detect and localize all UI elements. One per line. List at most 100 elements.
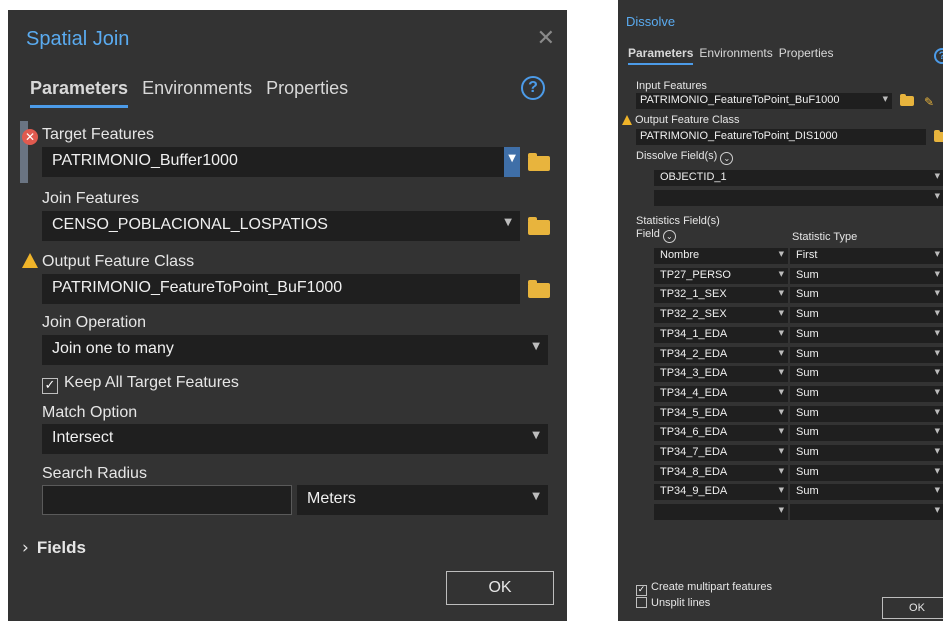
join-operation-select[interactable]: Join one to many ▼ <box>42 335 548 365</box>
input-features-label: Input Features <box>636 80 707 92</box>
dropdown-arrow-icon: ▼ <box>934 250 940 258</box>
search-radius-input[interactable] <box>42 485 292 515</box>
dropdown-arrow-icon: ▼ <box>934 387 940 396</box>
checkbox-icon[interactable] <box>636 597 647 608</box>
input-features-input[interactable]: PATRIMONIO_FeatureToPoint_BuF1000 ▼ <box>636 93 892 109</box>
pencil-icon[interactable]: ✎ <box>924 95 934 109</box>
statistics-field-select[interactable]: TP34_4_EDA ▼ <box>654 385 788 402</box>
create-multipart-checkbox[interactable]: ✓ Create multipart features <box>636 581 772 596</box>
dropdown-arrow-icon: ▼ <box>778 447 784 455</box>
warning-icon <box>22 253 38 268</box>
statistic-type-select[interactable]: First ▼ <box>790 248 943 264</box>
dropdown-arrow-icon: ▼ <box>934 486 940 495</box>
join-features-input[interactable]: CENSO_POBLACIONAL_LOSPATIOS ▼ <box>42 211 520 241</box>
statistics-fields-label: Statistics Field(s) <box>636 215 720 227</box>
statistic-type-select[interactable]: Sum ▼ <box>790 267 943 284</box>
target-features-label: ✕ Target Features <box>22 126 154 145</box>
statistic-type-select[interactable]: Sum ▼ <box>790 366 943 383</box>
target-features-input[interactable]: PATRIMONIO_Buffer1000 ▼ <box>42 147 520 177</box>
statistics-field-select[interactable]: TP34_3_EDA ▼ <box>654 366 788 383</box>
dropdown-arrow-icon: ▼ <box>934 447 940 455</box>
help-icon[interactable]: ? <box>934 48 943 64</box>
error-icon: ✕ <box>22 129 38 145</box>
dropdown-arrow-icon: ▼ <box>934 427 940 436</box>
statistics-field-select[interactable]: TP34_8_EDA ▼ <box>654 464 788 481</box>
statistic-type-select[interactable]: Sum ▼ <box>790 326 943 343</box>
output-feature-class-input[interactable]: PATRIMONIO_FeatureToPoint_BuF1000 <box>42 274 520 304</box>
statistic-type-select[interactable]: Sum ▼ <box>790 346 943 363</box>
output-feature-class-label: Output Feature Class <box>622 114 740 126</box>
tab-properties[interactable]: Properties <box>779 46 834 65</box>
dissolve-field-row[interactable]: ▼ <box>654 190 943 206</box>
warning-icon <box>622 115 632 125</box>
dropdown-arrow-icon: ▼ <box>882 95 888 103</box>
keep-all-checkbox[interactable]: ✓ Keep All Target Features <box>42 374 239 394</box>
statistics-field-select[interactable]: TP34_5_EDA ▼ <box>654 405 788 422</box>
tab-parameters[interactable]: Parameters <box>628 46 694 65</box>
search-radius-label: Search Radius <box>42 465 147 482</box>
output-feature-class-label: Output Feature Class <box>22 253 194 271</box>
dropdown-arrow-icon: ▼ <box>778 328 784 337</box>
statistics-field-select[interactable]: TP32_2_SEX ▼ <box>654 307 788 324</box>
dropdown-arrow-icon: ▼ <box>778 289 784 298</box>
dropdown-arrow-icon: ▼ <box>532 341 540 352</box>
search-radius-unit-select[interactable]: Meters ▼ <box>297 485 548 515</box>
help-icon[interactable]: ? <box>521 76 545 100</box>
tab-environments[interactable]: Environments <box>142 78 252 108</box>
dissolve-fields-label: Dissolve Field(s) ⌄ <box>636 150 734 165</box>
statistic-type-select[interactable]: Sum ▼ <box>790 385 943 402</box>
dropdown-arrow-icon: ▼ <box>778 309 784 318</box>
folder-icon[interactable] <box>934 130 943 142</box>
fields-expander[interactable]: › Fields <box>22 538 86 558</box>
folder-icon[interactable] <box>528 217 550 235</box>
checkbox-icon[interactable]: ✓ <box>42 377 58 394</box>
panel-title: Dissolve <box>626 14 676 29</box>
tab-bar: Parameters Environments Properties <box>628 46 833 65</box>
panel-title: Spatial Join <box>26 28 130 50</box>
close-icon[interactable]: ✕ <box>537 26 555 51</box>
circle-chevron-down-icon[interactable]: ⌄ <box>720 152 734 165</box>
statistics-field-select[interactable]: TP34_7_EDA ▼ <box>654 445 788 461</box>
dropdown-arrow-icon: ▼ <box>778 387 784 396</box>
statistic-type-select[interactable]: Sum ▼ <box>790 307 943 324</box>
folder-icon[interactable] <box>528 280 550 298</box>
tab-properties[interactable]: Properties <box>266 78 348 108</box>
statistic-type-select[interactable]: ▼ <box>790 504 943 521</box>
statistics-field-select[interactable]: ▼ <box>654 504 788 521</box>
dropdown-arrow-icon: ▼ <box>778 348 784 357</box>
folder-icon[interactable] <box>900 94 914 106</box>
match-option-select[interactable]: Intersect ▼ <box>42 424 548 454</box>
statistics-field-select[interactable]: TP34_6_EDA ▼ <box>654 425 788 442</box>
statistic-type-select[interactable]: Sum ▼ <box>790 287 943 304</box>
dropdown-arrow-icon: ▼ <box>934 309 940 318</box>
statistics-field-select[interactable]: TP34_2_EDA ▼ <box>654 346 788 363</box>
statistics-field-select[interactable]: Nombre ▼ <box>654 248 788 264</box>
statistic-type-select[interactable]: Sum ▼ <box>790 425 943 442</box>
folder-icon[interactable] <box>528 153 550 171</box>
statistics-field-select[interactable]: TP34_1_EDA ▼ <box>654 326 788 343</box>
dissolve-field-row[interactable]: OBJECTID_1 ▼ <box>654 170 943 186</box>
output-feature-class-input[interactable]: PATRIMONIO_FeatureToPoint_DIS1000 <box>636 129 926 145</box>
dropdown-arrow-icon: ▼ <box>778 368 784 377</box>
statistics-field-select[interactable]: TP27_PERSO ▼ <box>654 267 788 284</box>
statistic-type-select[interactable]: Sum ▼ <box>790 464 943 481</box>
checkbox-icon[interactable]: ✓ <box>636 584 647 596</box>
unsplit-lines-checkbox[interactable]: Unsplit lines <box>636 597 710 609</box>
statistic-type-column-header: Statistic Type <box>792 231 858 243</box>
circle-chevron-down-icon[interactable]: ⌄ <box>662 230 676 243</box>
ok-button[interactable]: OK <box>446 571 554 605</box>
statistics-field-select[interactable]: TP34_9_EDA ▼ <box>654 484 788 501</box>
dissolve-panel: Dissolve Parameters Environments Propert… <box>618 0 943 621</box>
statistic-type-select[interactable]: Sum ▼ <box>790 445 943 461</box>
statistic-type-select[interactable]: Sum ▼ <box>790 405 943 422</box>
statistics-field-select[interactable]: TP32_1_SEX ▼ <box>654 287 788 304</box>
dropdown-arrow-icon: ▼ <box>532 430 540 441</box>
dropdown-arrow-icon: ▼ <box>778 506 784 515</box>
ok-button[interactable]: OK <box>882 597 943 619</box>
statistic-type-select[interactable]: Sum ▼ <box>790 484 943 501</box>
dropdown-arrow-icon: ▼ <box>778 486 784 495</box>
tab-environments[interactable]: Environments <box>699 46 772 65</box>
tab-parameters[interactable]: Parameters <box>30 78 129 108</box>
chevron-right-icon: › <box>22 538 29 558</box>
dropdown-arrow-icon: ▼ <box>934 506 940 515</box>
